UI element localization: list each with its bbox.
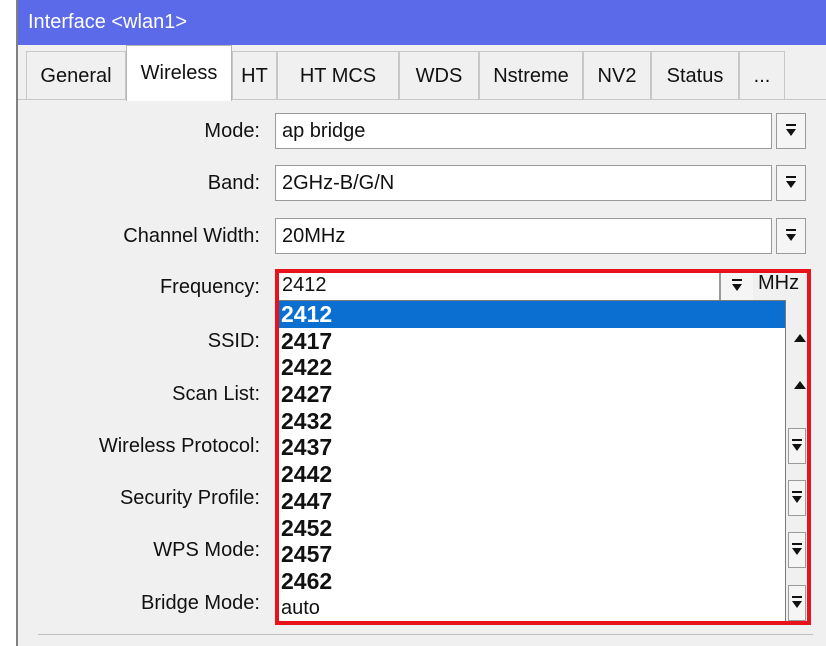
band-select[interactable]: 2GHz-B/G/N xyxy=(275,165,772,201)
scan-list-up-icon[interactable] xyxy=(794,381,806,389)
wireless-protocol-label: Wireless Protocol: xyxy=(98,435,260,457)
tab-bar: General Wireless HT HT MCS WDS Nstreme N… xyxy=(18,45,826,101)
band-label: Band: xyxy=(207,172,260,194)
security-profile-dropdown-button[interactable] xyxy=(788,480,806,516)
chevron-down-icon xyxy=(792,491,802,505)
chevron-down-icon xyxy=(792,596,802,610)
bridge-mode-dropdown-button[interactable] xyxy=(788,585,806,621)
band-dropdown-button[interactable] xyxy=(776,165,806,201)
tab-ht[interactable]: HT xyxy=(232,51,277,100)
frequency-option[interactable]: auto xyxy=(277,595,785,621)
chevron-down-icon xyxy=(792,439,802,453)
frequency-option[interactable]: 2447 xyxy=(277,488,785,515)
chevron-down-icon xyxy=(732,278,742,293)
tab-more[interactable]: ... xyxy=(739,51,785,100)
channel-width-label: Channel Width: xyxy=(123,225,260,247)
frequency-option[interactable]: 2422 xyxy=(277,354,785,381)
frequency-option[interactable]: 2462 xyxy=(277,568,785,595)
frequency-dropdown-list[interactable]: 2412 2417 2422 2427 2432 2437 2442 2447 … xyxy=(276,300,786,622)
scan-list-label: Scan List: xyxy=(172,383,260,405)
frequency-option[interactable]: 2432 xyxy=(277,408,785,435)
tab-ht-mcs[interactable]: HT MCS xyxy=(277,51,399,100)
frequency-input[interactable]: 2412 xyxy=(276,269,720,302)
mode-select[interactable]: ap bridge xyxy=(275,113,772,149)
wireless-protocol-dropdown-button[interactable] xyxy=(788,428,806,464)
frequency-option[interactable]: 2417 xyxy=(277,328,785,355)
frequency-dropdown-button[interactable] xyxy=(720,269,753,302)
tab-general[interactable]: General xyxy=(26,51,126,100)
tab-wireless[interactable]: Wireless xyxy=(126,45,232,101)
frequency-option[interactable]: 2452 xyxy=(277,515,785,542)
tab-status[interactable]: Status xyxy=(651,51,739,100)
frequency-label: Frequency: xyxy=(159,276,260,298)
channel-width-select[interactable]: 20MHz xyxy=(275,218,772,254)
interface-window: Interface <wlan1> General Wireless HT HT… xyxy=(16,0,826,646)
tab-wds[interactable]: WDS xyxy=(399,51,479,100)
chevron-down-icon xyxy=(786,124,796,138)
chevron-down-icon xyxy=(786,229,796,243)
channel-width-dropdown-button[interactable] xyxy=(776,218,806,254)
ssid-label: SSID: xyxy=(207,330,260,352)
bridge-mode-label: Bridge Mode: xyxy=(141,592,260,614)
frequency-option[interactable]: 2412 xyxy=(277,301,785,328)
tab-nv2[interactable]: NV2 xyxy=(583,51,651,100)
frequency-option[interactable]: 2427 xyxy=(277,381,785,408)
security-profile-label: Security Profile: xyxy=(119,487,260,509)
mode-dropdown-button[interactable] xyxy=(776,113,806,149)
wps-mode-label: WPS Mode: xyxy=(153,539,260,561)
frequency-option[interactable]: 2457 xyxy=(277,541,785,568)
ssid-collapse-icon[interactable] xyxy=(794,334,806,342)
frequency-option[interactable]: 2437 xyxy=(277,434,785,461)
chevron-down-icon xyxy=(786,176,796,190)
bottom-divider xyxy=(38,634,813,635)
window-title: Interface <wlan1> xyxy=(18,0,826,45)
chevron-down-icon xyxy=(792,543,802,557)
wps-mode-dropdown-button[interactable] xyxy=(788,532,806,568)
frequency-option[interactable]: 2442 xyxy=(277,461,785,488)
frequency-unit: MHz xyxy=(758,272,800,294)
mode-label: Mode: xyxy=(204,120,260,142)
tab-nstreme[interactable]: Nstreme xyxy=(479,51,583,100)
